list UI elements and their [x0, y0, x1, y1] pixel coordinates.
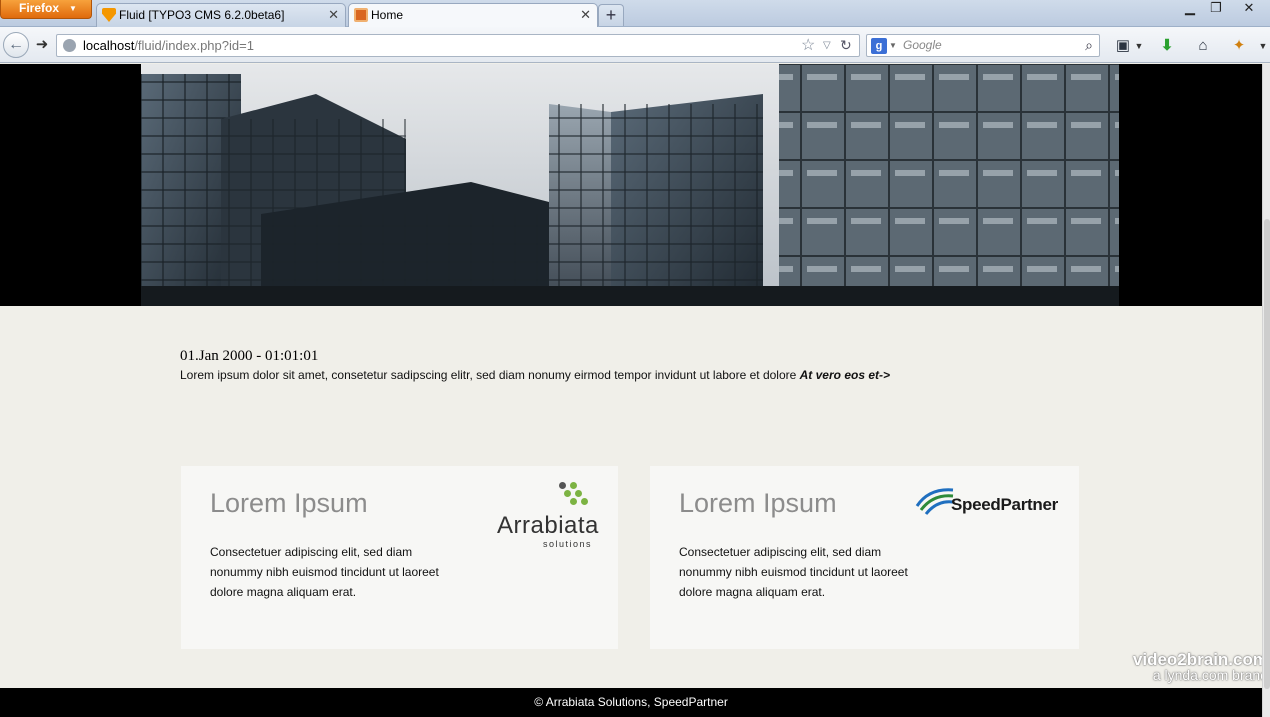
- video2brain-watermark: video2brain.com a lynda.com brand: [1118, 650, 1262, 683]
- bookmark-star-icon[interactable]: ☆: [801, 35, 815, 56]
- close-tab-icon[interactable]: ✕: [328, 4, 339, 26]
- restore-window-icon[interactable]: ❐: [1202, 0, 1230, 18]
- partner-card-arrabiata: Lorem Ipsum Consectetuer adipiscing elit…: [181, 466, 618, 649]
- footer-copyright: © Arrabiata Solutions, SpeedPartner: [534, 695, 728, 709]
- typo3-favicon-icon: [102, 8, 116, 22]
- chevron-down-icon: ▼: [69, 4, 77, 13]
- logo-dot: [575, 490, 582, 497]
- card-title: Lorem Ipsum: [679, 488, 837, 518]
- card-body: Consectetuer adipiscing elit, sed diam n…: [679, 545, 908, 599]
- close-window-icon[interactable]: ✕: [1228, 0, 1270, 18]
- url-path: /fluid/index.php?id=1: [134, 38, 254, 53]
- hero-banner: [0, 64, 1262, 306]
- home-icon[interactable]: ⌂: [1192, 35, 1214, 57]
- back-arrow-icon[interactable]: ←: [3, 32, 29, 58]
- search-field[interactable]: g ▼ Google ⌕: [866, 34, 1100, 57]
- search-icon[interactable]: ⌕: [1085, 35, 1093, 56]
- close-tab-icon[interactable]: ✕: [580, 4, 591, 26]
- arrabiata-logo[interactable]: Arrabiata solutions: [497, 482, 607, 550]
- logo-wordmark: SpeedPartner: [951, 495, 1058, 514]
- logo-dot: [559, 482, 566, 489]
- page-footer: © Arrabiata Solutions, SpeedPartner: [0, 688, 1262, 717]
- browser-navigation-bar: ← ➜ localhost/fluid/index.php?id=1 ☆ ▽ ↻…: [0, 27, 1270, 63]
- news-teaser: Lorem ipsum dolor sit amet, consetetur s…: [180, 368, 1080, 382]
- logo-dot: [570, 498, 577, 505]
- speedpartner-swoosh-icon: [915, 488, 954, 515]
- logo-dot: [564, 490, 571, 497]
- google-engine-icon[interactable]: g: [871, 38, 887, 54]
- logo-dot: [570, 482, 577, 489]
- search-placeholder: Google: [903, 38, 942, 52]
- tab-typo3-backend[interactable]: Fluid [TYPO3 CMS 6.2.0beta6] ✕: [96, 3, 346, 27]
- vertical-scrollbar[interactable]: [1262, 64, 1270, 717]
- card-body: Consectetuer adipiscing elit, sed diam n…: [210, 545, 439, 599]
- url-host: localhost: [83, 38, 135, 53]
- forward-arrow-icon[interactable]: ➜: [32, 35, 52, 55]
- reload-icon[interactable]: ↻: [840, 35, 852, 56]
- firefox-menu-button[interactable]: Firefox ▼: [0, 0, 92, 19]
- address-bar[interactable]: localhost/fluid/index.php?id=1 ☆ ▽ ↻: [56, 34, 860, 57]
- tab-label: Fluid [TYPO3 CMS 6.2.0beta6]: [119, 8, 285, 22]
- site-favicon-icon: [354, 8, 368, 22]
- download-icon[interactable]: ⬇: [1156, 35, 1178, 57]
- firefox-menu-label: Firefox: [19, 1, 60, 15]
- news-teaser-text: Lorem ipsum dolor sit amet, consetetur s…: [180, 368, 800, 382]
- chevron-down-icon[interactable]: ▼: [889, 35, 897, 56]
- globe-icon: [63, 39, 76, 52]
- addon-icon[interactable]: ✦: [1228, 35, 1250, 57]
- history-dropdown-icon[interactable]: ▽: [823, 35, 831, 56]
- office-buildings-photo: [141, 64, 1119, 306]
- tab-home[interactable]: Home ✕: [348, 3, 598, 28]
- news-date: 01.Jan 2000 - 01:01:01: [180, 348, 319, 364]
- hero-photo-art: [141, 64, 1119, 306]
- chevron-down-icon[interactable]: ▼: [1252, 35, 1270, 57]
- news-item: 01.Jan 2000 - 01:01:01 Lorem ipsum dolor…: [180, 348, 1080, 382]
- logo-subtitle: solutions: [543, 539, 593, 549]
- scrollbar-thumb[interactable]: [1264, 219, 1270, 689]
- partner-card-speedpartner: Lorem Ipsum Consectetuer adipiscing elit…: [650, 466, 1079, 649]
- chevron-down-icon[interactable]: ▼: [1128, 35, 1150, 57]
- read-more-link[interactable]: At vero eos et->: [800, 368, 890, 382]
- logo-dot: [581, 498, 588, 505]
- speedpartner-logo[interactable]: SpeedPartner: [915, 484, 1060, 518]
- page-viewport: 01.Jan 2000 - 01:01:01 Lorem ipsum dolor…: [0, 64, 1262, 717]
- new-tab-button[interactable]: +: [598, 4, 624, 26]
- card-title: Lorem Ipsum: [210, 488, 368, 518]
- logo-wordmark: Arrabiata: [497, 512, 599, 539]
- minimize-window-icon[interactable]: ▁: [1176, 0, 1204, 18]
- browser-tab-strip: Firefox ▼ Fluid [TYPO3 CMS 6.2.0beta6] ✕…: [0, 0, 1270, 28]
- tab-label: Home: [371, 8, 404, 22]
